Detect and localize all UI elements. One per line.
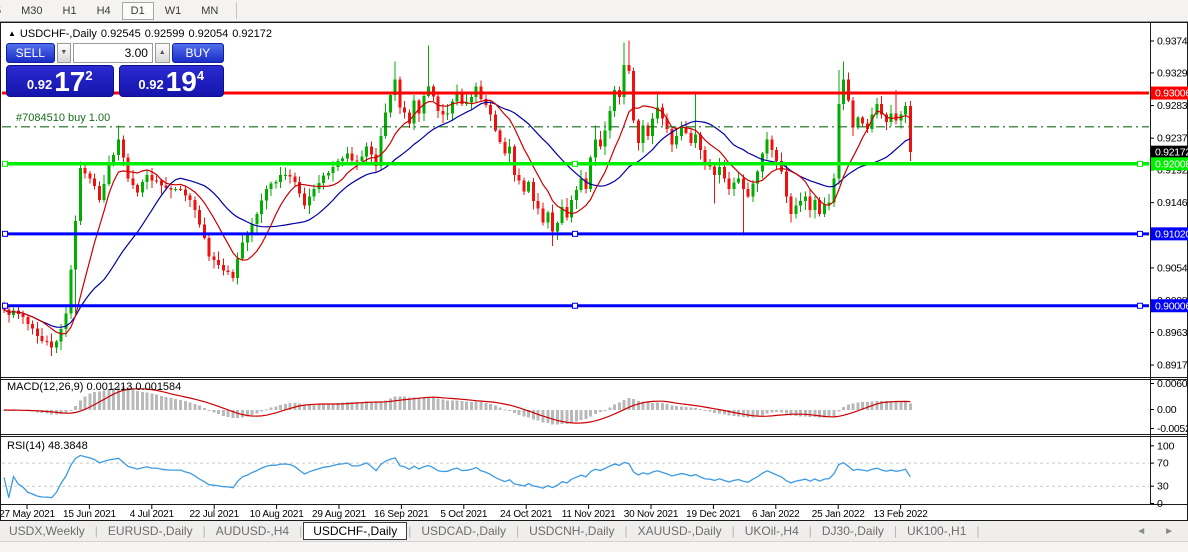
svg-text:-0.00522: -0.00522 (1157, 423, 1188, 435)
rsi-indicator-label: RSI(14) 48.3848 (7, 440, 88, 452)
buy-price-point: 4 (196, 68, 205, 83)
sell-price-point: 2 (85, 68, 93, 83)
volume-input[interactable]: 3.00 (73, 43, 153, 63)
svg-text:5 Oct 2021: 5 Oct 2021 (440, 509, 488, 520)
tab-scroll-arrows: ◄ ► (1136, 526, 1174, 537)
sell-button[interactable]: SELL (6, 43, 55, 63)
ohlc-close: 0.92172 (232, 28, 272, 40)
open-order-label: #7084510 buy 1.00 (16, 112, 111, 124)
volume-decrease-button[interactable]: ▼ (56, 43, 72, 63)
tab-separator: | (808, 524, 812, 538)
buy-price-prefix: 0.92 (138, 77, 164, 92)
chart-title: ▲ USDCHF-,Daily 0.92545 0.92599 0.92054 0.921… (8, 28, 276, 40)
svg-text:30 Nov 2021: 30 Nov 2021 (624, 509, 679, 520)
volume-increase-button[interactable]: ▲ (154, 43, 170, 63)
svg-text:25 Jan 2022: 25 Jan 2022 (812, 509, 865, 520)
sell-price-prefix: 0.92 (26, 77, 53, 92)
svg-text:0: 0 (1157, 498, 1163, 510)
tab-scroll-left-icon[interactable]: ◄ (1136, 526, 1146, 537)
svg-text:15 Jun 2021: 15 Jun 2021 (63, 509, 116, 520)
svg-text:0.92370: 0.92370 (1157, 133, 1188, 145)
svg-text:16 Sep 2021: 16 Sep 2021 (374, 509, 429, 520)
chart-tab-dj30-daily[interactable]: DJ30-,Daily (813, 522, 893, 540)
chart-tab-usdcad-daily[interactable]: USDCAD-,Daily (412, 522, 515, 540)
chart-tab-usdx-weekly[interactable]: USDX,Weekly (0, 522, 94, 540)
chart-symbol-label: USDCHF-,Daily (19, 28, 97, 40)
ohlc-high: 0.92599 (144, 28, 185, 40)
collapse-arrow-icon[interactable]: ▲ (8, 29, 16, 38)
tab-separator: | (202, 524, 206, 538)
buy-button[interactable]: BUY (171, 43, 224, 63)
svg-text:0.93740: 0.93740 (1157, 36, 1188, 48)
svg-text:0.91460: 0.91460 (1157, 197, 1188, 209)
svg-text:24 Oct 2021: 24 Oct 2021 (500, 509, 553, 520)
buy-price-pips: 19 (165, 66, 197, 97)
svg-text:4 Jul 2021: 4 Jul 2021 (130, 509, 175, 520)
chart-tab-xauusd-daily[interactable]: XAUUSD-,Daily (629, 522, 731, 540)
tab-separator: | (408, 524, 412, 538)
svg-text:0.93006: 0.93006 (1155, 88, 1188, 100)
svg-text:0.00: 0.00 (1157, 404, 1177, 416)
ohlc-open: 0.92545 (100, 28, 141, 40)
tab-separator: | (94, 524, 98, 538)
svg-text:29 Aug 2021: 29 Aug 2021 (312, 509, 367, 520)
chart-tab-uk100-h1[interactable]: UK100-,H1 (898, 522, 975, 540)
svg-text:6 Jan 2022: 6 Jan 2022 (752, 509, 800, 520)
svg-text:0.90540: 0.90540 (1157, 262, 1188, 274)
svg-text:22 Jul 2021: 22 Jul 2021 (189, 509, 239, 520)
svg-text:0.93290: 0.93290 (1157, 67, 1188, 79)
svg-text:10 Aug 2021: 10 Aug 2021 (250, 509, 305, 520)
sell-price-display[interactable]: 0.92 17 2 (6, 65, 114, 97)
tab-separator: | (731, 524, 735, 538)
chart-tab-bar: USDX,Weekly | EURUSD-,Daily | AUDUSD-,H4 | USD… (0, 521, 1188, 541)
chart-tab-ukoil-h4[interactable]: UKOil-,H4 (736, 522, 808, 540)
macd-indicator-label: MACD(12,26,9) 0.001213 0.001584 (7, 381, 182, 393)
svg-text:70: 70 (1157, 458, 1169, 470)
tab-separator: | (624, 524, 628, 538)
svg-text:100: 100 (1157, 440, 1175, 452)
svg-text:0.90006: 0.90006 (1155, 300, 1188, 312)
sell-price-pips: 17 (54, 66, 86, 97)
tab-separator: | (516, 524, 520, 538)
chart-tab-eurusd-daily[interactable]: EURUSD-,Daily (99, 522, 202, 540)
tab-separator: | (893, 524, 898, 538)
svg-text:30: 30 (1157, 481, 1169, 493)
chart-tab-usdchf-daily[interactable]: USDCHF-,Daily (303, 522, 408, 540)
svg-text:19 Dec 2021: 19 Dec 2021 (686, 509, 741, 520)
svg-text:0.92008: 0.92008 (1155, 158, 1188, 170)
buy-price-display[interactable]: 0.92 19 4 (118, 65, 224, 97)
tab-scroll-right-icon[interactable]: ► (1164, 526, 1174, 537)
svg-text:0.89630: 0.89630 (1157, 327, 1188, 339)
svg-text:0.006038: 0.006038 (1157, 378, 1188, 390)
tab-separator: | (976, 524, 980, 538)
one-click-trade-panel: SELL ▼ 3.00 ▲ BUY 0.92 17 2 0.92 19 4 (6, 43, 224, 97)
svg-text:27 May 2021: 27 May 2021 (0, 509, 55, 520)
svg-text:11 Nov 2021: 11 Nov 2021 (562, 509, 616, 520)
chart-tab-usdcnh-daily[interactable]: USDCNH-,Daily (520, 522, 623, 540)
chart-tab-audusd-h4[interactable]: AUDUSD-,H4 (207, 522, 298, 540)
trading-terminal-window: 5M30H1H4D1W1MN 0.937400.932900.928300.92… (0, 0, 1188, 552)
support-line-green[interactable] (2, 160, 1149, 167)
svg-text:0.91020: 0.91020 (1155, 228, 1188, 240)
svg-text:0.92172: 0.92172 (1155, 147, 1188, 159)
tab-separator: | (299, 524, 303, 538)
ohlc-low: 0.92054 (188, 28, 229, 40)
status-strip (0, 541, 1188, 552)
svg-text:0.89170: 0.89170 (1157, 360, 1188, 372)
svg-text:0.92830: 0.92830 (1157, 100, 1188, 112)
svg-text:13 Feb 2022: 13 Feb 2022 (874, 509, 929, 520)
